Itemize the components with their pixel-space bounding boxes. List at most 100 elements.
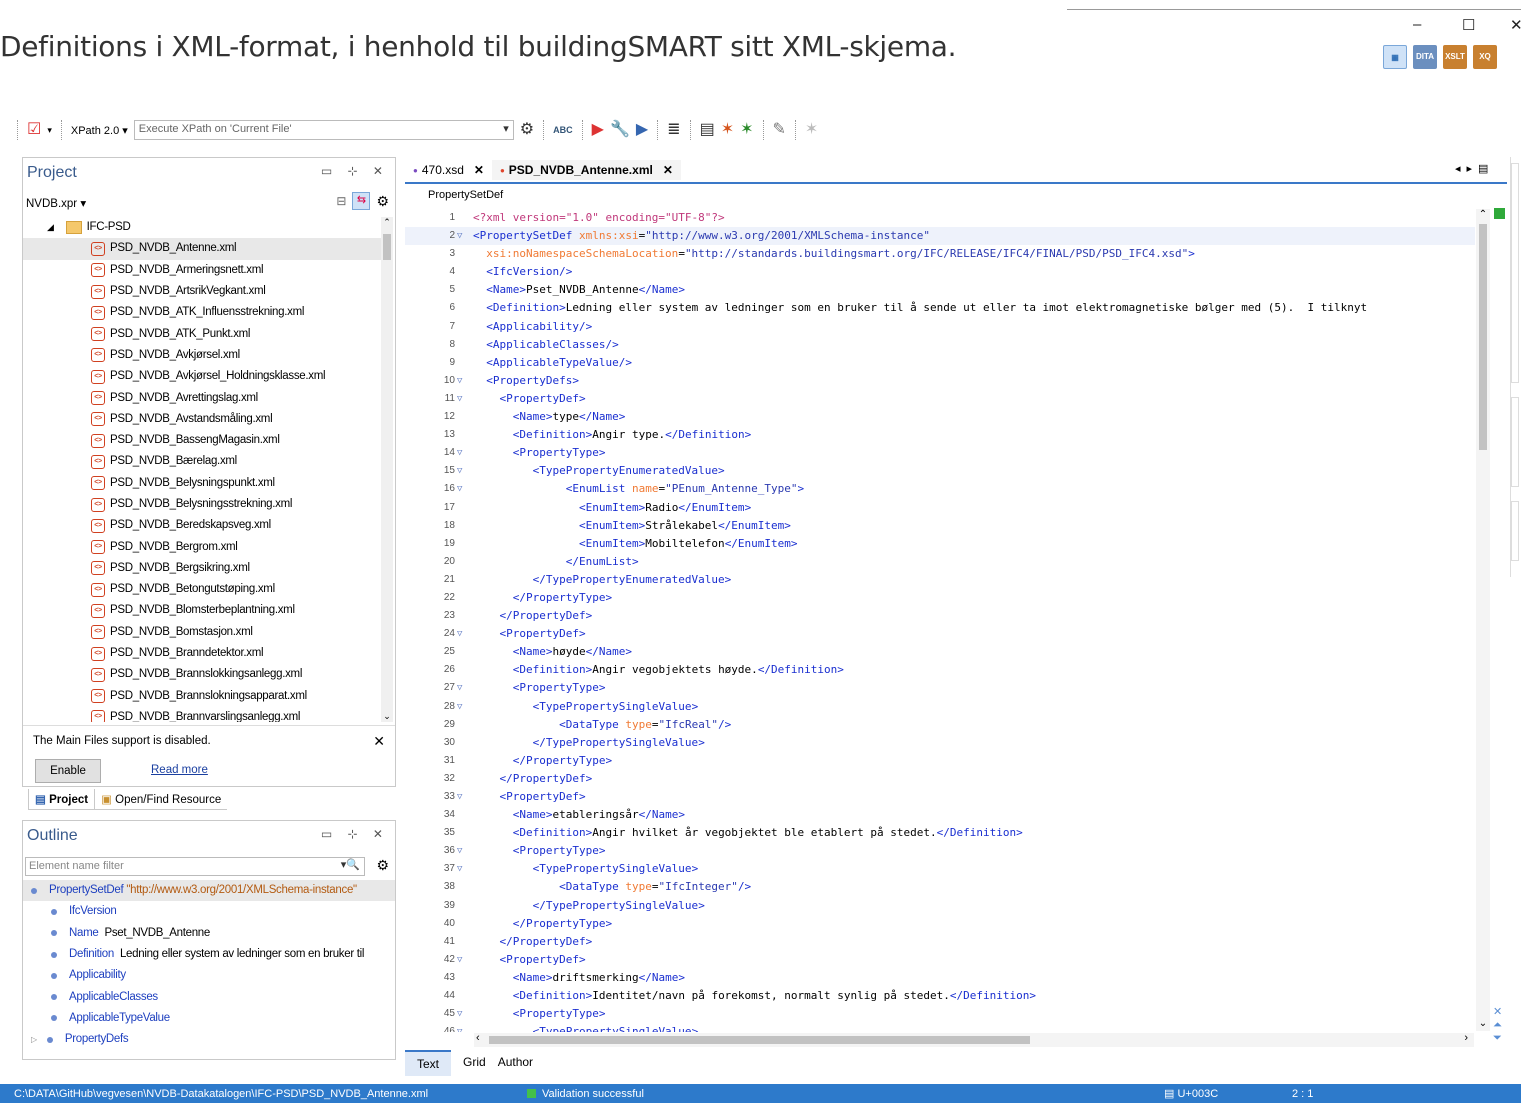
read-more-link[interactable]: Read more: [151, 764, 208, 776]
tree-file-item[interactable]: <> PSD_NVDB_Avkjørsel_Holdningsklasse.xml: [23, 366, 381, 387]
validate-icon[interactable]: ☑: [27, 120, 41, 140]
tree-file-item[interactable]: <> PSD_NVDB_Armeringsnett.xml: [23, 260, 381, 281]
transform-run-icon[interactable]: ▶: [592, 120, 604, 140]
collapse-all-icon[interactable]: ⊟: [336, 194, 346, 208]
code-line[interactable]: 36 ▽ <PropertyType>: [405, 842, 1475, 860]
code-line[interactable]: 26 <Definition>Angir vegobjektets høyde.…: [405, 661, 1475, 679]
code-line[interactable]: 23 </PropertyDef>: [405, 607, 1475, 625]
outline-item[interactable]: ApplicableTypeValue: [23, 1008, 395, 1029]
code-line[interactable]: 22 </PropertyType>: [405, 589, 1475, 607]
editor-hscroll-thumb[interactable]: [489, 1036, 1030, 1044]
tree-file-item[interactable]: <> PSD_NVDB_ATK_Punkt.xml: [23, 323, 381, 344]
fold-toggle-icon[interactable]: ▽: [457, 951, 462, 969]
code-line[interactable]: 7 <Applicability/>: [405, 318, 1475, 336]
code-line[interactable]: 6 <Definition>Ledning eller system av le…: [405, 299, 1475, 317]
tree-file-item[interactable]: <> PSD_NVDB_Belysningsstrekning.xml: [23, 494, 381, 515]
outline-root-row[interactable]: PropertySetDef "http://www.w3.org/2001/X…: [23, 880, 395, 902]
tab-470-xsd[interactable]: ● 470.xsd ✕: [405, 160, 492, 180]
fold-toggle-icon[interactable]: ▽: [457, 1005, 462, 1023]
tree-file-item[interactable]: <> PSD_NVDB_Bærelag.xml: [23, 451, 381, 472]
close-button[interactable]: ✕: [1510, 16, 1521, 34]
fold-toggle-icon[interactable]: ▽: [457, 1023, 462, 1032]
code-line[interactable]: 1 <?xml version="1.0" encoding="UTF-8"?>: [405, 209, 1475, 227]
spellcheck-icon[interactable]: ABC: [553, 125, 573, 135]
xpath-settings-icon[interactable]: ⚙: [520, 120, 534, 140]
code-line[interactable]: 30 </TypePropertySingleValue>: [405, 734, 1475, 752]
fold-toggle-icon[interactable]: ▽: [457, 227, 462, 245]
editor-perspective-icon[interactable]: ▦: [1383, 45, 1407, 69]
xpath-version-select[interactable]: XPath 2.0 ▾: [71, 124, 128, 137]
tree-file-item[interactable]: <> PSD_NVDB_Avstandsmåling.xml: [23, 409, 381, 430]
search-icon[interactable]: ▾🔍: [341, 858, 360, 871]
code-line[interactable]: 16 ▽ <EnumList name="PEnum_Antenne_Type">: [405, 480, 1475, 498]
scroll-up-arrow-icon[interactable]: ⌃: [1476, 209, 1490, 220]
code-line[interactable]: 17 <EnumItem>Radio</EnumItem>: [405, 499, 1475, 517]
fold-toggle-icon[interactable]: ▽: [457, 444, 462, 462]
code-line[interactable]: 4 <IfcVersion/>: [405, 263, 1475, 281]
fold-toggle-icon[interactable]: ▽: [457, 480, 462, 498]
code-line[interactable]: 39 </TypePropertySingleValue>: [405, 897, 1475, 915]
project-tree-scrollbar[interactable]: ⌃ ⌄: [381, 217, 393, 722]
tab-text[interactable]: Text: [405, 1050, 452, 1076]
pin-red-icon[interactable]: ✶: [721, 120, 734, 140]
code-line[interactable]: 21 </TypePropertyEnumeratedValue>: [405, 571, 1475, 589]
outline-item[interactable]: ▷ PropertyDefs: [23, 1029, 395, 1050]
format-indent-icon[interactable]: ≣: [667, 120, 680, 140]
tree-file-item[interactable]: <> PSD_NVDB_ArtsrikVegkant.xml: [23, 281, 381, 302]
xslt-perspective-icon[interactable]: XSLT: [1443, 45, 1467, 69]
fold-toggle-icon[interactable]: ▽: [457, 462, 462, 480]
code-line[interactable]: 44 <Definition>Identitet/navn på forekom…: [405, 987, 1475, 1005]
code-line[interactable]: 12 <Name>type</Name>: [405, 408, 1475, 426]
tab-psd-nvdb-antenne[interactable]: ● PSD_NVDB_Antenne.xml ✕: [491, 160, 681, 180]
code-line[interactable]: 43 <Name>driftsmerking</Name>: [405, 969, 1475, 987]
code-line[interactable]: 13 <Definition>Angir type.</Definition>: [405, 426, 1475, 444]
code-line[interactable]: 27 ▽ <PropertyType>: [405, 679, 1475, 697]
configure-transform-icon[interactable]: 🔧: [610, 120, 630, 140]
tree-file-item[interactable]: <> PSD_NVDB_BassengMagasin.xml: [23, 430, 381, 451]
outline-item[interactable]: ApplicableClasses: [23, 986, 395, 1007]
fold-toggle-icon[interactable]: ▽: [457, 788, 462, 806]
code-line[interactable]: 20 </EnumList>: [405, 553, 1475, 571]
status-validation[interactable]: Validation successful: [527, 1088, 644, 1100]
editor-horizontal-scrollbar[interactable]: ‹ ›: [474, 1032, 1474, 1047]
xpath-input[interactable]: Execute XPath on 'Current File': [133, 120, 514, 140]
tab-navigation[interactable]: ◂▸▤: [1455, 162, 1494, 175]
tree-file-item[interactable]: <> PSD_NVDB_Bergrom.xml: [23, 536, 381, 557]
side-view-elements[interactable]: [1511, 501, 1519, 561]
tree-folder-ifc-psd[interactable]: ◢ IFC-PSD: [23, 217, 381, 238]
outline-item[interactable]: Applicability: [23, 965, 395, 986]
expand-arrow-icon[interactable]: ▷: [31, 1029, 37, 1050]
code-line[interactable]: 31 </PropertyType>: [405, 752, 1475, 770]
code-line[interactable]: 24 ▽ <PropertyDef>: [405, 625, 1475, 643]
tree-file-item[interactable]: <> PSD_NVDB_Branndetektor.xml: [23, 643, 381, 664]
outline-panel-controls[interactable]: ▭ ⊹ ✕: [321, 827, 389, 841]
fold-toggle-icon[interactable]: ▽: [457, 372, 462, 390]
close-notice-icon[interactable]: ✕: [373, 733, 385, 750]
element-filter-input[interactable]: Element name filter ▾🔍: [25, 857, 365, 876]
code-line[interactable]: 41 </PropertyDef>: [405, 933, 1475, 951]
scroll-up-arrow-icon[interactable]: ⌃: [381, 217, 393, 228]
code-line[interactable]: 14 ▽ <PropertyType>: [405, 444, 1475, 462]
close-tab-icon[interactable]: ✕: [474, 163, 484, 177]
link-with-editor-icon[interactable]: ⇆: [352, 192, 371, 210]
scroll-down-arrow-icon[interactable]: ⌄: [1476, 1018, 1490, 1029]
pin-green-icon[interactable]: ✶: [740, 120, 753, 140]
code-line[interactable]: 38 <DataType type="IfcInteger"/>: [405, 878, 1475, 896]
validate-dropdown-icon[interactable]: ▾: [47, 125, 52, 136]
editor-vertical-scrollbar[interactable]: ⌃ ⌄: [1476, 209, 1490, 1031]
annotation-nav[interactable]: ✕ ⏶ ⏷: [1493, 1006, 1502, 1045]
code-line[interactable]: 10 ▽ <PropertyDefs>: [405, 372, 1475, 390]
tree-file-item[interactable]: <> PSD_NVDB_Avrettingslag.xml: [23, 387, 381, 408]
breadcrumb[interactable]: PropertySetDef: [428, 189, 503, 201]
tree-file-item[interactable]: <> PSD_NVDB_Bomstasjon.xml: [23, 622, 381, 643]
scroll-thumb[interactable]: [383, 234, 391, 260]
tree-file-item[interactable]: <> PSD_NVDB_Brannslokkingsanlegg.xml: [23, 664, 381, 685]
fold-toggle-icon[interactable]: ▽: [457, 860, 462, 878]
tree-file-item[interactable]: <> PSD_NVDB_Beredskapsveg.xml: [23, 515, 381, 536]
code-line[interactable]: 32 </PropertyDef>: [405, 770, 1475, 788]
scroll-down-arrow-icon[interactable]: ⌄: [381, 711, 393, 722]
tree-file-item[interactable]: <> PSD_NVDB_Blomsterbeplantning.xml: [23, 600, 381, 621]
outline-item[interactable]: Name Pset_NVDB_Antenne: [23, 923, 395, 944]
expand-arrow-icon[interactable]: ◢: [47, 217, 54, 238]
fold-toggle-icon[interactable]: ▽: [457, 390, 462, 408]
